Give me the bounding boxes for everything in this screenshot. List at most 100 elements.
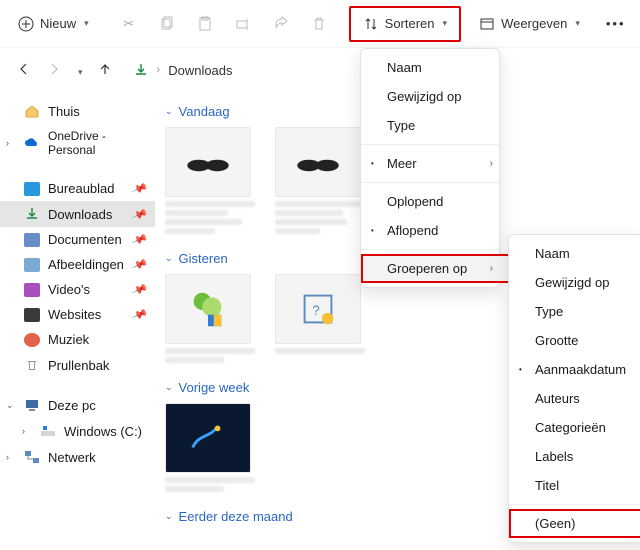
sort-menu-groupby[interactable]: Groeperen op› [361, 254, 511, 283]
group-label: Vorige week [179, 380, 250, 395]
sort-highlight: Sorteren ▾ [349, 6, 461, 42]
file-item[interactable] [165, 403, 255, 495]
delete-button[interactable] [301, 10, 337, 38]
sort-label: Sorteren [385, 16, 435, 31]
sort-menu-asc[interactable]: Oplopend [361, 187, 511, 216]
new-button[interactable]: Nieuw ▾ [8, 10, 99, 38]
plus-icon [18, 16, 34, 32]
share-button[interactable] [263, 10, 299, 38]
sidebar-item-music[interactable]: Muziek [0, 327, 155, 352]
menu-item-label: Titel [535, 478, 559, 493]
view-label: Weergeven [501, 16, 567, 31]
sidebar: Thuis › OneDrive - Personal Bureaublad📌 … [0, 92, 155, 550]
groupby-type[interactable]: Type [509, 297, 640, 326]
sidebar-drive-c[interactable]: ›Windows (C:) [0, 418, 155, 444]
back-button[interactable] [10, 55, 38, 86]
chevron-down-icon: ▾ [443, 18, 448, 29]
caret-icon: ⌄ [165, 253, 173, 264]
sidebar-thispc[interactable]: ⌄Deze pc [0, 392, 155, 418]
breadcrumb-sep: › [157, 64, 161, 76]
sidebar-item-websites[interactable]: Websites📌 [0, 302, 155, 327]
view-button[interactable]: Weergeven ▾ [469, 10, 590, 38]
websites-icon [24, 308, 40, 322]
groupby-none[interactable]: (Geen) [509, 509, 640, 538]
copy-button[interactable] [149, 10, 185, 38]
sort-menu-type[interactable]: Type [361, 111, 511, 140]
file-label-blur [165, 201, 255, 234]
sidebar-item-pictures[interactable]: Afbeeldingen📌 [0, 252, 155, 277]
sidebar-item-trash[interactable]: Prullenbak [0, 352, 155, 378]
sort-menu-more[interactable]: •Meer› [361, 149, 511, 178]
groupby-categories[interactable]: Categorieën [509, 413, 640, 442]
downloads-icon [24, 206, 40, 222]
menu-item-label: Grootte [535, 333, 578, 348]
groupby-title[interactable]: Titel [509, 471, 640, 500]
groupby-modified[interactable]: Gewijzigd op [509, 268, 640, 297]
sidebar-item-label: Downloads [48, 207, 112, 222]
music-icon [24, 333, 40, 347]
sort-menu-name[interactable]: Naam [361, 53, 511, 82]
recent-dropdown[interactable]: ▾ [70, 57, 89, 84]
thumbnail [165, 127, 251, 197]
expand-icon[interactable]: › [22, 426, 25, 436]
expand-icon[interactable]: ⌄ [6, 400, 14, 411]
submenu-arrow-icon: › [490, 158, 493, 169]
up-button[interactable] [91, 55, 119, 86]
groupby-size[interactable]: Grootte [509, 326, 640, 355]
pin-icon: 📌 [131, 256, 148, 273]
menu-item-label: Aflopend [387, 223, 438, 238]
sidebar-onedrive[interactable]: › OneDrive - Personal [0, 124, 155, 162]
group-label: Eerder deze maand [179, 509, 293, 524]
file-label-blur [165, 477, 255, 492]
pin-icon: 📌 [131, 180, 148, 197]
sort-button[interactable]: Sorteren ▾ [353, 10, 457, 38]
pc-icon [24, 397, 40, 413]
file-item[interactable] [275, 127, 365, 237]
menu-item-label: Gewijzigd op [387, 89, 461, 104]
svg-text:?: ? [312, 303, 319, 318]
sidebar-item-label: Video's [48, 282, 90, 297]
sidebar-home[interactable]: Thuis [0, 98, 155, 124]
trash-icon [24, 357, 40, 373]
menu-item-label: Naam [535, 246, 570, 261]
thumbnail: ? [275, 274, 361, 344]
toolbar: Nieuw ▾ ✂ Sorteren ▾ Weergeven ▾ ••• [0, 0, 640, 48]
more-button[interactable]: ••• [596, 10, 636, 37]
chevron-down-icon: ▾ [84, 18, 89, 29]
groupby-name[interactable]: Naam [509, 239, 640, 268]
forward-button[interactable] [40, 55, 68, 86]
cut-button[interactable]: ✂ [111, 10, 147, 38]
groupby-authors[interactable]: Auteurs [509, 384, 640, 413]
sidebar-item-videos[interactable]: Video's📌 [0, 277, 155, 302]
file-item[interactable] [165, 127, 255, 237]
sidebar-item-label: Thuis [48, 104, 80, 119]
expand-icon[interactable]: › [6, 452, 9, 462]
rename-button[interactable] [225, 10, 261, 38]
thumbnail [165, 403, 251, 473]
sidebar-item-downloads[interactable]: Downloads📌 [0, 201, 155, 227]
file-item[interactable]: ? [275, 274, 365, 366]
expand-icon[interactable]: › [6, 138, 9, 148]
groupby-created[interactable]: •Aanmaakdatum [509, 355, 640, 384]
menu-separator [361, 182, 499, 183]
sidebar-network[interactable]: ›Netwerk [0, 444, 155, 470]
menu-item-label: Type [535, 304, 563, 319]
sort-menu-desc[interactable]: •Aflopend [361, 216, 511, 245]
new-label: Nieuw [40, 16, 76, 31]
sort-menu-modified[interactable]: Gewijzigd op [361, 82, 511, 111]
submenu-arrow-icon: › [490, 263, 493, 274]
sidebar-item-label: Muziek [48, 332, 89, 347]
group-label: Gisteren [179, 251, 228, 266]
cut-icon: ✂ [121, 16, 137, 32]
paste-button[interactable] [187, 10, 223, 38]
sidebar-item-documents[interactable]: Documenten📌 [0, 227, 155, 252]
trash-icon [311, 16, 327, 32]
breadcrumb[interactable]: › Downloads [133, 62, 233, 78]
file-item[interactable] [165, 274, 255, 366]
breadcrumb-current[interactable]: Downloads [168, 63, 232, 78]
menu-item-label: Auteurs [535, 391, 580, 406]
sidebar-item-label: Bureaublad [48, 181, 115, 196]
sidebar-item-desktop[interactable]: Bureaublad 📌 [0, 176, 155, 201]
chevron-down-icon: ▾ [78, 67, 83, 77]
groupby-labels[interactable]: Labels [509, 442, 640, 471]
